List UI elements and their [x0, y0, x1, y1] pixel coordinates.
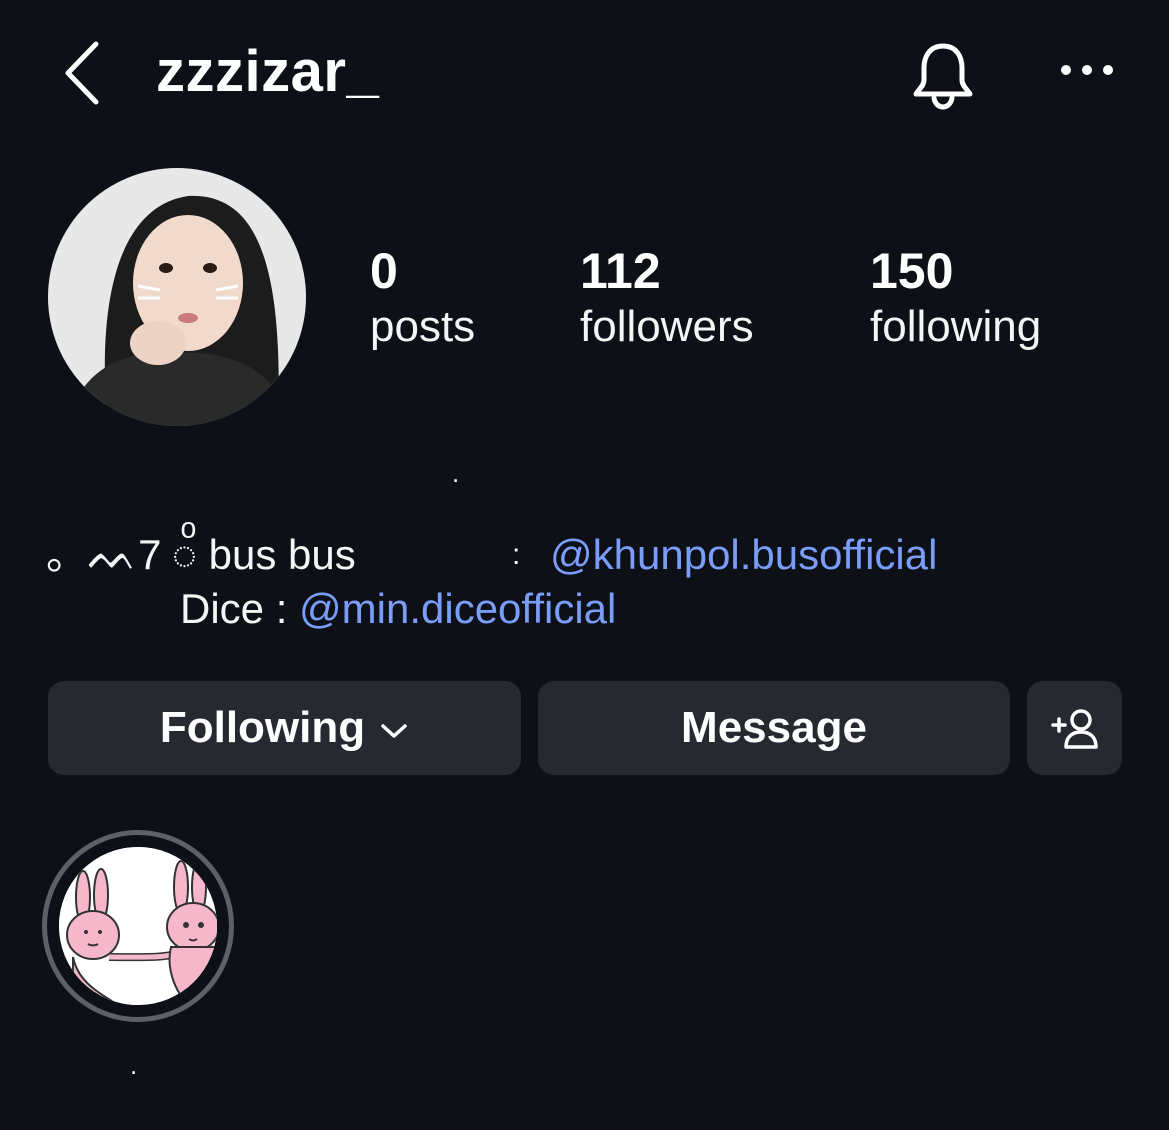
add-user-icon [1050, 709, 1098, 749]
bio-colon: : [512, 538, 521, 571]
following-button[interactable]: Following [48, 681, 521, 775]
message-button-label: Message [681, 703, 867, 752]
posts-label: posts [370, 302, 476, 351]
following-label: following [870, 302, 1042, 351]
back-icon[interactable] [58, 38, 108, 108]
profile-name: . [452, 458, 460, 488]
highlight-cover [59, 847, 217, 1005]
bio-line-1: 。ᨓ7 ◌ͦ bus bus : @khunpol.busofficial [0, 528, 1169, 582]
followers-stat[interactable]: 112 followers [580, 243, 754, 355]
following-stat[interactable]: 150 following [870, 243, 1041, 355]
mention-link-min[interactable]: @min.diceofficial [299, 585, 616, 632]
following-count: 150 [870, 243, 954, 299]
followers-label: followers [580, 302, 754, 351]
profile-page: zzzizar_ 0 posts 112 followers 150 follo… [0, 0, 1169, 1130]
bio-bus-text: ◌ͦ bus bus [172, 531, 356, 578]
posts-stat[interactable]: 0 posts [370, 243, 475, 355]
posts-count: 0 [370, 243, 398, 299]
profile-username: zzzizar_ [156, 39, 380, 104]
bio-prefix: 。ᨓ7 [46, 531, 162, 578]
highlight-label: . [130, 1050, 138, 1080]
mention-link-khunpol[interactable]: @khunpol.busofficial [550, 528, 937, 582]
add-user-button[interactable] [1027, 681, 1122, 775]
bio-dice-label: Dice : [180, 585, 300, 632]
following-button-label: Following [159, 703, 366, 752]
bell-icon[interactable] [908, 40, 978, 110]
followers-count: 112 [580, 243, 661, 299]
profile-avatar[interactable] [48, 168, 306, 426]
more-options-icon[interactable] [1058, 50, 1118, 90]
message-button[interactable]: Message [538, 681, 1010, 775]
chevron-down-icon [381, 724, 407, 738]
bio-line-2: Dice : @min.diceofficial [180, 582, 616, 636]
story-highlight[interactable] [42, 830, 234, 1022]
